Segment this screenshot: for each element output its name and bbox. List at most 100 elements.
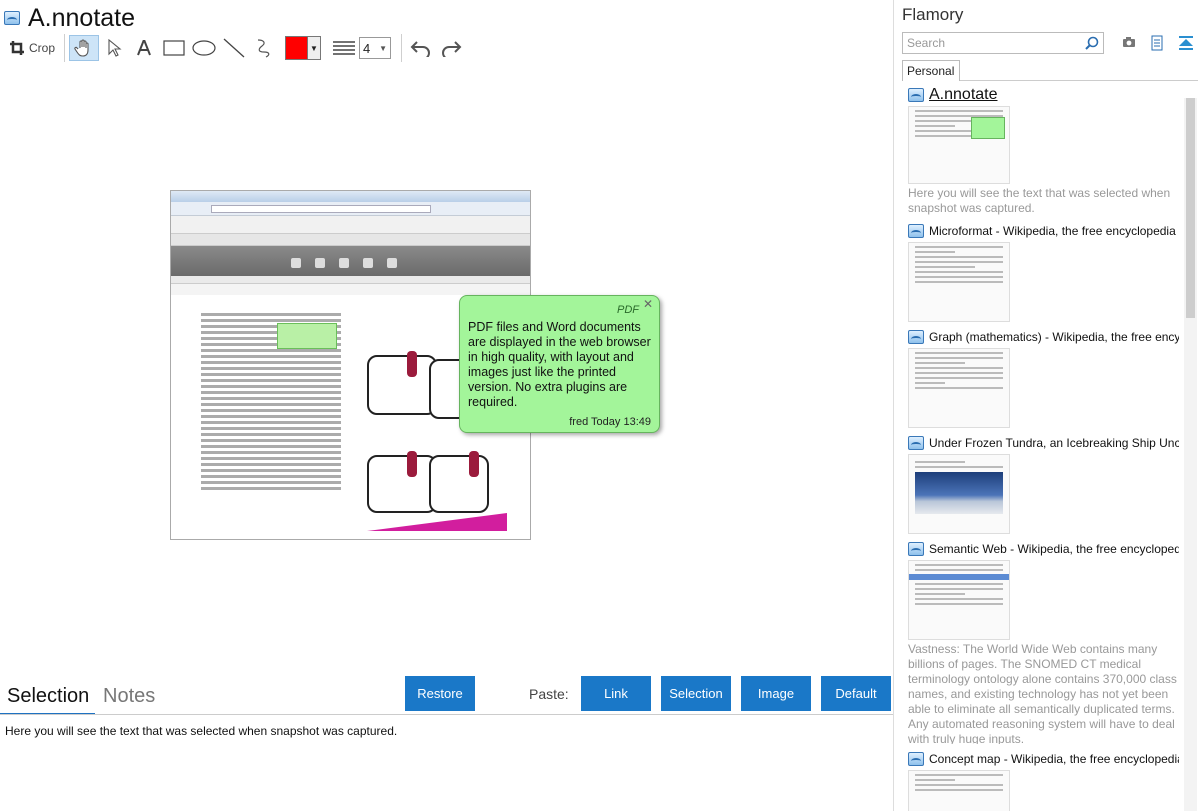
list-item-thumbnail (908, 454, 1010, 534)
line-icon (223, 38, 245, 58)
list-item-title: Under Frozen Tundra, an Icebreaking Ship… (929, 436, 1179, 450)
close-icon[interactable]: ✕ (643, 297, 653, 311)
tab-notes[interactable]: Notes (103, 682, 155, 714)
restore-button[interactable]: Restore (405, 676, 475, 711)
ellipse-tool-button[interactable] (189, 35, 219, 61)
snapshot-icon (908, 752, 924, 766)
line-width-select[interactable]: 4 ▼ (359, 37, 391, 59)
snapshot-icon (908, 436, 924, 450)
browser-linksbar (171, 224, 530, 234)
note-type: PDF (617, 304, 639, 316)
text-icon (137, 40, 151, 56)
list-item-thumbnail (908, 560, 1010, 640)
crop-button[interactable]: Crop (4, 35, 60, 61)
undo-icon (410, 41, 430, 57)
hand-icon (74, 39, 89, 57)
list-item[interactable]: A.nnotate Here you will see the text tha… (908, 86, 1183, 216)
app-header-icons (291, 258, 397, 268)
snapshot-list: A.nnotate Here you will see the text tha… (908, 86, 1183, 811)
freehand-icon (257, 39, 270, 58)
selection-text[interactable]: Here you will see the text that was sele… (5, 724, 397, 738)
list-item-title: Graph (mathematics) - Wikipedia, the fre… (929, 330, 1179, 344)
snapshot-icon (908, 330, 924, 344)
scrollbar-thumb[interactable] (1186, 98, 1195, 318)
line-tool-button[interactable] (219, 35, 249, 61)
note-callout[interactable]: ✕ PDF PDF files and Word documents are d… (459, 295, 660, 433)
list-item[interactable]: Under Frozen Tundra, an Icebreaking Ship… (908, 434, 1183, 534)
paste-link-button[interactable]: Link (581, 676, 651, 711)
text-tool-button[interactable] (129, 35, 159, 61)
search-input[interactable]: Search (902, 32, 1104, 54)
list-item-title: Microformat - Wikipedia, the free encycl… (929, 224, 1176, 238)
ellipse-icon (192, 40, 216, 56)
tab-selection[interactable]: Selection (0, 682, 96, 715)
flamory-window: A.nnotate Crop ▼ 4 ▼ ✕ PDF PDF files and… (0, 0, 1198, 811)
tab-personal[interactable]: Personal (902, 60, 960, 81)
note-meta: fred Today 13:49 (569, 416, 651, 428)
annotate-subbar (171, 276, 530, 284)
select-tool-button[interactable] (99, 35, 129, 61)
toolbar-divider (64, 34, 65, 62)
pointer-icon (108, 39, 122, 57)
list-item-desc: Here you will see the text that was sele… (908, 186, 1171, 215)
paste-selection-button[interactable]: Selection (661, 676, 731, 711)
list-item-title: A.nnotate (929, 86, 998, 103)
sidebar-toolbar (1122, 35, 1194, 51)
browser-menubar (171, 216, 530, 224)
pan-tool-button[interactable] (69, 35, 99, 61)
list-item-title: Semantic Web - Wikipedia, the free encyc… (929, 542, 1179, 556)
camera-icon[interactable] (1122, 35, 1136, 49)
document-icon[interactable] (1150, 35, 1164, 51)
list-item-thumbnail (908, 348, 1010, 428)
browser-titlebar (171, 191, 530, 202)
browser-address-field (211, 205, 431, 213)
snapshot-pane: A.nnotate Crop ▼ 4 ▼ ✕ PDF PDF files and… (0, 0, 893, 811)
paste-default-button[interactable]: Default (821, 676, 891, 711)
toolbar-divider (401, 34, 402, 62)
sidebar-tab-divider (960, 80, 1198, 81)
freehand-tool-button[interactable] (249, 35, 279, 61)
undo-button[interactable] (406, 35, 436, 61)
list-item[interactable]: Concept map - Wikipedia, the free encycl… (908, 750, 1183, 811)
list-item-thumbnail (908, 106, 1010, 184)
app-icon (4, 11, 20, 25)
rectangle-icon (163, 40, 185, 56)
list-item-thumbnail (908, 242, 1010, 322)
snapshot-icon (908, 88, 924, 102)
crop-label: Crop (28, 41, 55, 55)
color-swatch (286, 37, 308, 59)
list-item[interactable]: Graph (mathematics) - Wikipedia, the fre… (908, 328, 1183, 428)
list-item[interactable]: Semantic Web - Wikipedia, the free encyc… (908, 540, 1183, 744)
snapshot-icon (908, 224, 924, 238)
mini-note-thumbnail (277, 323, 337, 349)
title-row: A.nnotate (4, 2, 135, 34)
tabs-divider (0, 714, 893, 715)
list-item-title: Concept map - Wikipedia, the free encycl… (929, 752, 1179, 766)
flamory-sidebar: Flamory Search Personal A.nnotate Here y… (893, 0, 1198, 811)
search-icon[interactable] (1085, 36, 1099, 50)
list-item-thumbnail (908, 770, 1010, 811)
list-item[interactable]: Microformat - Wikipedia, the free encycl… (908, 222, 1183, 322)
crop-icon (9, 41, 24, 55)
line-width-value: 4 (363, 40, 371, 56)
annotate-app-header (171, 246, 530, 276)
search-placeholder: Search (907, 36, 946, 50)
list-item-desc: Vastness: The World Wide Web contains ma… (908, 642, 1177, 744)
stroke-color-picker[interactable]: ▼ (285, 36, 321, 60)
paste-image-button[interactable]: Image (741, 676, 811, 711)
note-body: PDF files and Word documents are display… (468, 320, 651, 409)
line-width-icon (331, 35, 357, 61)
sidebar-title: Flamory (902, 5, 964, 24)
page-title: A.nnotate (28, 3, 136, 32)
snapshot-icon (908, 542, 924, 556)
redo-icon (442, 41, 462, 57)
collapse-icon[interactable] (1178, 35, 1194, 51)
browser-tabsbar (171, 234, 530, 246)
paste-label: Paste: (529, 686, 569, 702)
rectangle-tool-button[interactable] (159, 35, 189, 61)
redo-button[interactable] (436, 35, 466, 61)
annotation-toolbar: Crop ▼ 4 ▼ (4, 33, 484, 63)
chevron-down-icon: ▼ (308, 37, 320, 59)
chevron-down-icon: ▼ (379, 43, 387, 53)
sidebar-scrollbar[interactable] (1184, 98, 1197, 811)
